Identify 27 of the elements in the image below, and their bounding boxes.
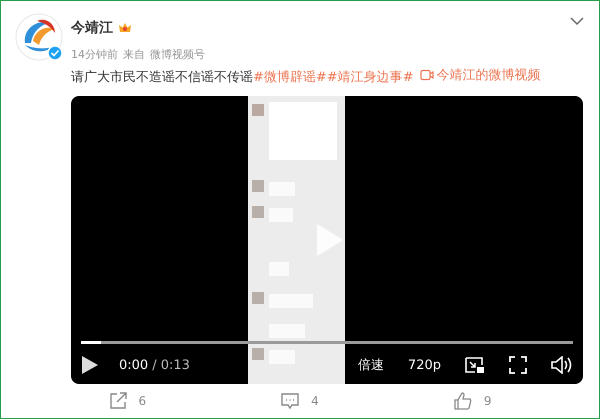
video-camera-icon [420, 69, 434, 81]
source-link[interactable]: 微博视频号 [150, 47, 205, 62]
picture-in-picture-icon[interactable] [465, 356, 485, 374]
play-icon[interactable] [81, 355, 99, 375]
topic-link[interactable]: #靖江身边事# [326, 70, 414, 85]
author-name[interactable]: 今靖江 [71, 19, 113, 37]
volume-icon[interactable] [551, 356, 573, 374]
crown-badge-icon [118, 21, 132, 35]
current-time: 0:00 [119, 358, 148, 372]
speed-button[interactable]: 倍速 [358, 356, 384, 374]
avatar-logo-icon[interactable] [15, 13, 63, 61]
action-count: 4 [311, 394, 319, 408]
topic-link[interactable]: #微博辟谣# [253, 70, 327, 85]
source-label: 来自 [123, 47, 145, 62]
duration: / 0:13 [152, 358, 190, 372]
thumbs-up-icon[interactable] [454, 392, 472, 410]
post-text: 请广大市民不造谣不信谣不传谣 [71, 70, 253, 85]
comment-icon[interactable] [281, 392, 300, 410]
action-count: 9 [484, 394, 492, 408]
chevron-down-icon[interactable] [570, 17, 584, 26]
video-link[interactable]: 今靖江的微博视频 [420, 66, 541, 84]
quality-button[interactable]: 720p [408, 358, 441, 372]
fullscreen-icon[interactable] [509, 356, 527, 374]
progress-bar[interactable] [81, 341, 573, 344]
action-count: 6 [138, 394, 146, 408]
share-icon[interactable] [108, 392, 126, 410]
post-time[interactable]: 14分钟前 [71, 47, 118, 62]
